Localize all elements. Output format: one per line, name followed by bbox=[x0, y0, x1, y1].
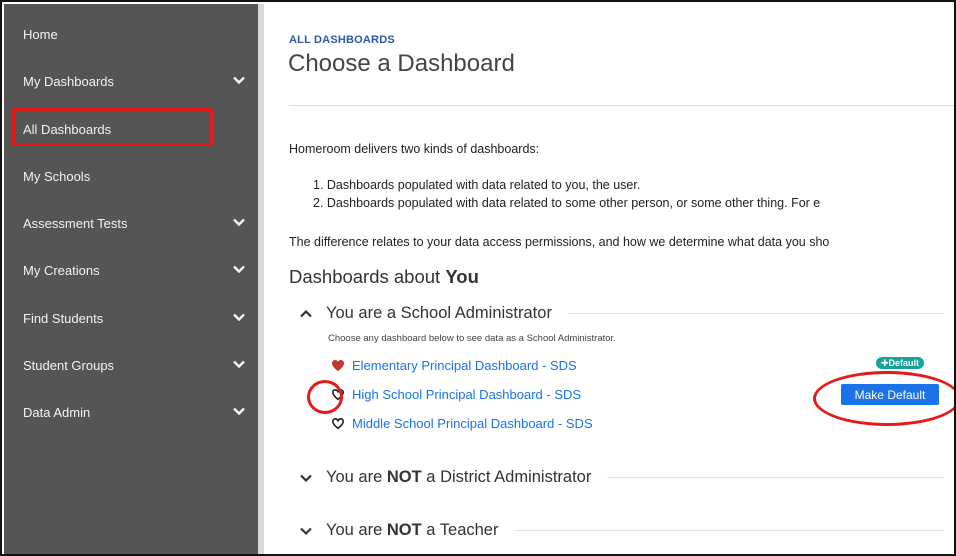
chevron-down-icon[interactable] bbox=[232, 73, 246, 87]
role-group-title-suffix: a District Administrator bbox=[421, 468, 592, 486]
sidebar-item-find-students[interactable]: Find Students bbox=[4, 298, 258, 338]
sidebar-item-my-creations[interactable]: My Creations bbox=[4, 250, 258, 290]
main-content: ALL DASHBOARDS Choose a Dashboard Homero… bbox=[264, 4, 954, 554]
divider bbox=[514, 530, 944, 531]
heart-outline-icon[interactable] bbox=[331, 388, 345, 401]
breadcrumb[interactable]: ALL DASHBOARDS bbox=[289, 34, 395, 46]
sidebar-item-label: Student Groups bbox=[23, 357, 115, 373]
dashboard-row: High School Principal Dashboard - SDS bbox=[331, 387, 581, 402]
section-heading-bold: You bbox=[445, 266, 479, 287]
section-heading: Dashboards about You bbox=[289, 266, 479, 288]
make-default-button[interactable]: Make Default bbox=[841, 384, 939, 405]
divider bbox=[607, 477, 944, 478]
dashboard-link[interactable]: High School Principal Dashboard - SDS bbox=[352, 387, 581, 402]
sidebar-item-label: Assessment Tests bbox=[23, 215, 128, 231]
sidebar-item-my-schools[interactable]: My Schools bbox=[4, 156, 258, 196]
role-group-title-prefix: You are bbox=[326, 468, 387, 486]
role-group-title-prefix: You are bbox=[326, 521, 387, 539]
divider bbox=[289, 105, 954, 106]
chevron-down-icon[interactable] bbox=[232, 262, 246, 276]
sidebar-item-label: My Schools bbox=[23, 168, 91, 184]
role-group-school-administrator[interactable]: You are a School Administrator bbox=[299, 304, 944, 323]
helper-text: Choose any dashboard below to see data a… bbox=[328, 333, 616, 344]
chevron-down-icon[interactable] bbox=[232, 357, 246, 371]
role-group-title-bold: NOT bbox=[386, 468, 422, 486]
sidebar-item-all-dashboards[interactable]: All Dashboards bbox=[4, 109, 258, 149]
difference-text: The difference relates to your data acce… bbox=[289, 235, 830, 249]
list-item: 1. Dashboards populated with data relate… bbox=[313, 178, 641, 192]
role-group-title-bold: NOT bbox=[386, 521, 422, 539]
dashboard-row: Middle School Principal Dashboard - SDS bbox=[331, 416, 593, 431]
chevron-down-icon[interactable] bbox=[232, 404, 246, 418]
app-window: Home My Dashboards All Dashboards My Sch… bbox=[0, 0, 956, 556]
default-badge: ✚Default bbox=[876, 357, 925, 369]
sidebar-item-student-groups[interactable]: Student Groups bbox=[4, 345, 258, 385]
divider bbox=[567, 313, 944, 314]
sidebar-item-label: Find Students bbox=[23, 310, 104, 326]
caret-up-icon[interactable] bbox=[299, 307, 313, 321]
sidebar-item-home[interactable]: Home bbox=[4, 14, 258, 54]
chevron-down-icon[interactable] bbox=[232, 215, 246, 229]
section-heading-prefix: Dashboards about bbox=[289, 266, 446, 287]
list-item: 2. Dashboards populated with data relate… bbox=[313, 196, 821, 210]
role-group-district-administrator[interactable]: You are NOT a District Administrator bbox=[299, 468, 944, 487]
sidebar-item-label: Home bbox=[23, 26, 58, 42]
caret-down-icon[interactable] bbox=[299, 471, 313, 485]
sidebar-item-my-dashboards[interactable]: My Dashboards bbox=[4, 61, 258, 101]
dashboard-kinds-list: 1. Dashboards populated with data relate… bbox=[313, 178, 820, 214]
page-title: Choose a Dashboard bbox=[288, 50, 515, 77]
sidebar-item-label: All Dashboards bbox=[23, 121, 112, 137]
sidebar-item-label: My Dashboards bbox=[23, 73, 115, 89]
dashboard-link[interactable]: Elementary Principal Dashboard - SDS bbox=[352, 358, 577, 373]
sidebar-item-data-admin[interactable]: Data Admin bbox=[4, 392, 258, 432]
role-group-title: You are NOT a Teacher bbox=[326, 521, 498, 540]
role-group-title-text: You are a School Administrator bbox=[326, 304, 552, 322]
role-group-title-suffix: a Teacher bbox=[421, 521, 499, 539]
chevron-down-icon[interactable] bbox=[232, 310, 246, 324]
heart-filled-icon[interactable] bbox=[331, 359, 345, 372]
role-group-title: You are a School Administrator bbox=[326, 304, 552, 323]
heart-outline-icon[interactable] bbox=[331, 417, 345, 430]
sidebar-item-label: My Creations bbox=[23, 262, 100, 278]
role-group-teacher[interactable]: You are NOT a Teacher bbox=[299, 521, 944, 540]
sidebar-item-assessment-tests[interactable]: Assessment Tests bbox=[4, 203, 258, 243]
sidebar: Home My Dashboards All Dashboards My Sch… bbox=[4, 4, 258, 554]
dashboard-row: Elementary Principal Dashboard - SDS bbox=[331, 358, 577, 373]
role-group-title: You are NOT a District Administrator bbox=[326, 468, 591, 487]
dashboard-link[interactable]: Middle School Principal Dashboard - SDS bbox=[352, 416, 593, 431]
sidebar-item-label: Data Admin bbox=[23, 404, 91, 420]
caret-down-icon[interactable] bbox=[299, 524, 313, 538]
intro-text: Homeroom delivers two kinds of dashboard… bbox=[289, 142, 540, 156]
